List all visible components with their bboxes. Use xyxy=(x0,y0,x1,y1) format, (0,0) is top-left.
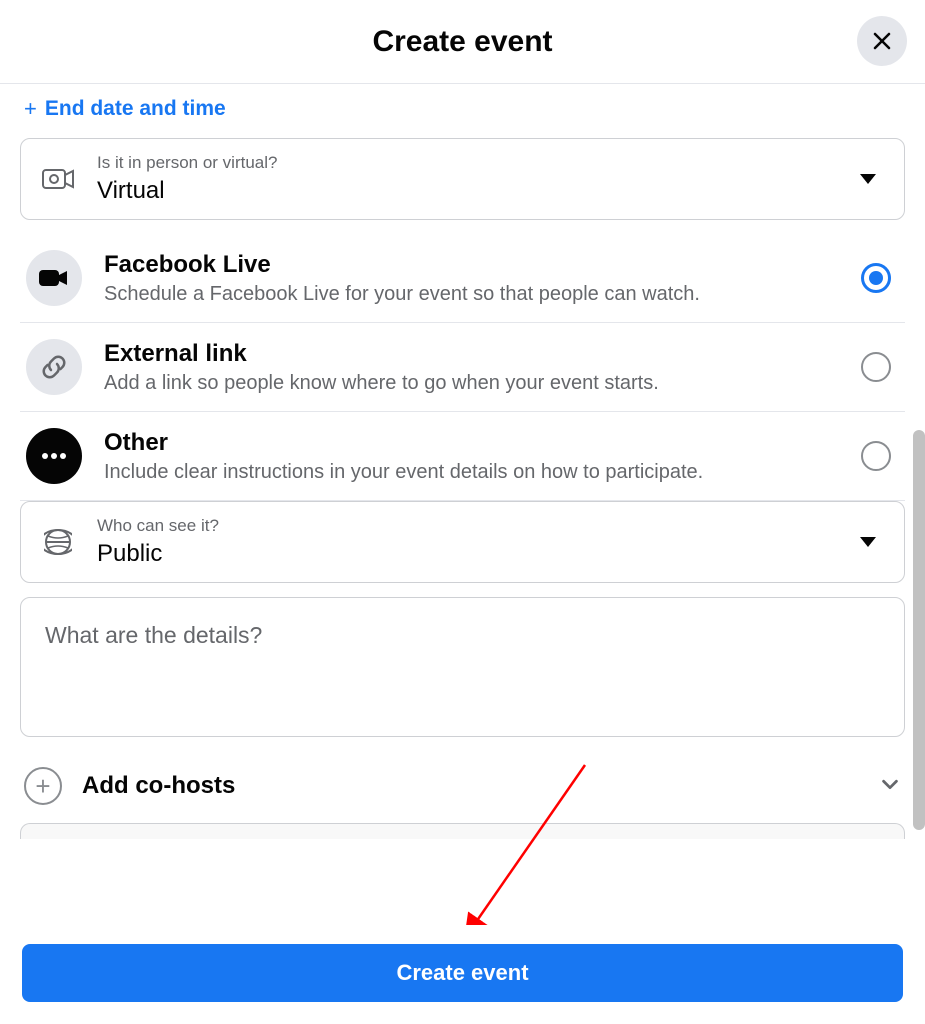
add-cohosts-row[interactable]: + Add co-hosts xyxy=(20,757,905,823)
option-text: Other Include clear instructions in your… xyxy=(104,429,839,484)
event-details-input[interactable]: What are the details? xyxy=(20,597,905,737)
option-description: Add a link so people know where to go wh… xyxy=(104,372,839,395)
plus-circle-icon: + xyxy=(24,767,62,805)
dialog-title: Create event xyxy=(372,25,552,59)
ellipsis-icon xyxy=(26,428,82,484)
radio-external-link[interactable] xyxy=(861,352,891,382)
location-type-select[interactable]: Is it in person or virtual? Virtual xyxy=(20,138,905,220)
location-type-text: Is it in person or virtual? Virtual xyxy=(97,153,838,205)
dialog-footer: Create event xyxy=(0,925,925,1024)
option-text: Facebook Live Schedule a Facebook Live f… xyxy=(104,251,839,306)
option-external-link[interactable]: External link Add a link so people know … xyxy=(20,323,905,412)
privacy-label: Who can see it? xyxy=(97,516,838,536)
radio-other[interactable] xyxy=(861,441,891,471)
option-other[interactable]: Other Include clear instructions in your… xyxy=(20,412,905,501)
location-type-label: Is it in person or virtual? xyxy=(97,153,838,173)
option-title: Facebook Live xyxy=(104,251,839,279)
form-scroll-area: + End date and time Is it in person or v… xyxy=(0,84,925,924)
plus-icon: + xyxy=(24,96,37,122)
add-end-date-button[interactable]: + End date and time xyxy=(20,84,905,138)
option-text: External link Add a link so people know … xyxy=(104,340,839,395)
close-icon xyxy=(870,29,894,53)
video-camera-icon xyxy=(26,250,82,306)
radio-facebook-live[interactable] xyxy=(861,263,891,293)
close-button[interactable] xyxy=(857,16,907,66)
create-event-label: Create event xyxy=(396,960,528,985)
details-placeholder: What are the details? xyxy=(45,622,880,649)
link-icon xyxy=(26,339,82,395)
caret-down-icon xyxy=(860,174,876,184)
caret-down-icon xyxy=(860,537,876,547)
privacy-select[interactable]: Who can see it? Public xyxy=(20,501,905,583)
option-description: Schedule a Facebook Live for your event … xyxy=(104,283,839,306)
option-description: Include clear instructions in your event… xyxy=(104,461,839,484)
create-event-button[interactable]: Create event xyxy=(22,944,903,1002)
location-type-value: Virtual xyxy=(97,177,838,205)
privacy-value: Public xyxy=(97,540,838,568)
next-section-peek xyxy=(20,823,905,839)
add-cohosts-label: Add co-hosts xyxy=(82,772,859,800)
dialog-header: Create event xyxy=(0,0,925,84)
add-end-date-label: End date and time xyxy=(45,97,226,121)
chevron-down-icon xyxy=(879,773,901,800)
option-title: Other xyxy=(104,429,839,457)
privacy-text: Who can see it? Public xyxy=(97,516,838,568)
option-title: External link xyxy=(104,340,839,368)
scrollbar-thumb[interactable] xyxy=(913,430,925,830)
globe-icon xyxy=(41,528,75,556)
camera-outline-icon xyxy=(41,167,75,191)
option-facebook-live[interactable]: Facebook Live Schedule a Facebook Live f… xyxy=(20,234,905,323)
